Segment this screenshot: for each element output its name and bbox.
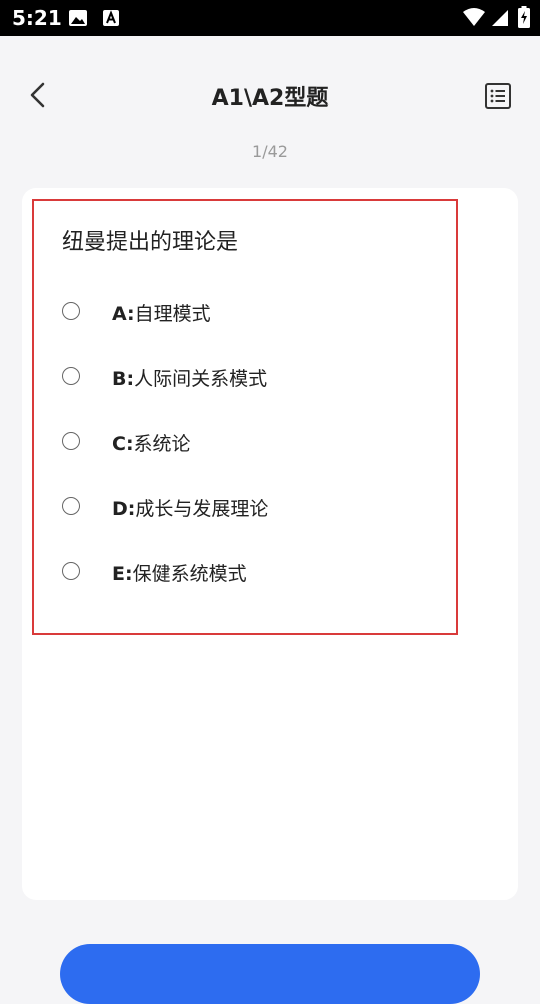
option-letter: E: bbox=[112, 563, 133, 585]
radio-button[interactable] bbox=[62, 432, 80, 450]
option-e[interactable]: E:保健系统模式 bbox=[60, 553, 420, 593]
option-letter: A: bbox=[112, 303, 135, 325]
option-label: 人际间关系模式 bbox=[134, 368, 268, 390]
radio-button[interactable] bbox=[62, 562, 80, 580]
app-notification-icon bbox=[102, 9, 120, 31]
option-label: 保健系统模式 bbox=[132, 563, 247, 585]
option-label: 自理模式 bbox=[134, 303, 211, 325]
option-a[interactable]: A:自理模式 bbox=[60, 293, 420, 333]
wifi-icon bbox=[462, 7, 486, 31]
page-title: A1\A2型题 bbox=[211, 86, 329, 111]
option-letter: C: bbox=[112, 433, 134, 455]
gallery-notification-icon bbox=[68, 9, 88, 31]
radio-button[interactable] bbox=[62, 302, 80, 320]
option-c[interactable]: C:系统论 bbox=[60, 423, 420, 463]
bottom-action-button[interactable] bbox=[60, 944, 480, 1004]
question-list-button[interactable] bbox=[484, 82, 512, 110]
option-label: 系统论 bbox=[133, 433, 191, 455]
list-icon bbox=[485, 83, 511, 109]
signal-icon bbox=[490, 7, 510, 31]
question-text: 纽曼提出的理论是 bbox=[62, 230, 239, 255]
status-time: 5:21 bbox=[12, 6, 62, 30]
header: A1\A2型题 1/42 bbox=[0, 36, 540, 161]
option-label: 成长与发展理论 bbox=[135, 498, 269, 520]
option-d[interactable]: D:成长与发展理论 bbox=[60, 488, 420, 528]
option-letter: D: bbox=[112, 498, 136, 520]
question-progress: 1/42 bbox=[252, 142, 288, 161]
radio-button[interactable] bbox=[62, 497, 80, 515]
battery-icon bbox=[518, 6, 530, 32]
option-letter: B: bbox=[112, 368, 135, 390]
option-b[interactable]: B:人际间关系模式 bbox=[60, 358, 420, 398]
status-bar: 5:21 bbox=[0, 0, 540, 36]
radio-button[interactable] bbox=[62, 367, 80, 385]
